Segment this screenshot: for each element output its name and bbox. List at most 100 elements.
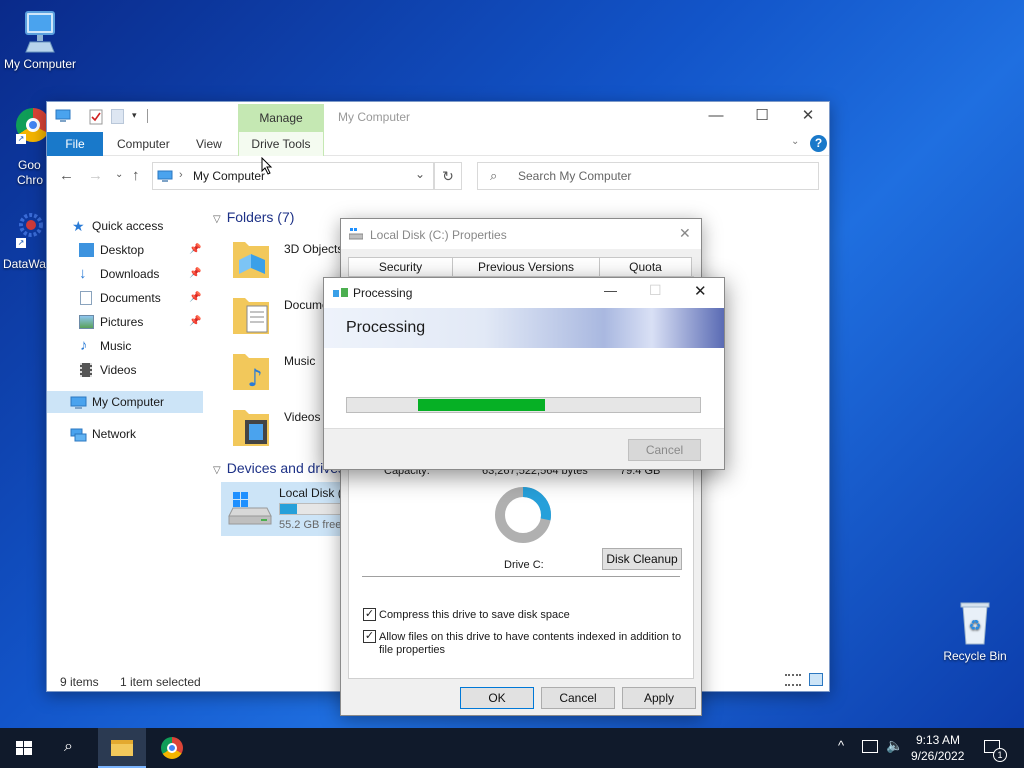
clock-time[interactable]: 9:13 AM <box>916 733 960 747</box>
close-button[interactable]: ✕ <box>679 225 691 242</box>
properties-title-bar[interactable]: Local Disk (C:) Properties ✕ <box>341 219 701 249</box>
pin-icon[interactable]: 📌 <box>189 263 201 285</box>
sidebar-item-documents[interactable]: Documents 📌 <box>47 287 203 309</box>
search-placeholder: Search My Computer <box>518 169 632 183</box>
sidebar-item-music[interactable]: ♪ Music <box>47 335 203 357</box>
forward-arrow-icon[interactable]: → <box>88 167 103 184</box>
address-dropdown-icon[interactable]: ⌄ <box>415 167 425 181</box>
network-tray-icon[interactable] <box>862 740 878 753</box>
explorer-title-bar[interactable]: ▾ Manage My Computer — ☐ ✕ <box>47 102 829 132</box>
maximize-button: ☐ <box>649 282 662 298</box>
taskbar-file-explorer[interactable] <box>98 728 146 768</box>
sidebar-item-label: Downloads <box>100 267 160 281</box>
folder-label: Videos <box>284 410 321 424</box>
sidebar-item-downloads[interactable]: ↓ Downloads 📌 <box>47 263 203 285</box>
large-icons-view-icon[interactable] <box>809 673 823 686</box>
search-input[interactable]: ⌕ Search My Computer <box>477 162 819 190</box>
breadcrumb-my-computer[interactable]: My Computer <box>193 169 265 183</box>
properties-tabs: Security Previous Versions Quota <box>348 257 692 277</box>
sidebar-item-quick-access[interactable]: ★ Quick access <box>47 215 203 237</box>
processing-banner: Processing <box>324 308 724 348</box>
sidebar-item-network[interactable]: Network <box>47 423 203 445</box>
volume-icon[interactable]: 🔈 <box>886 737 903 754</box>
shortcut-arrow-icon: ↗ <box>16 238 26 248</box>
index-label-line-2: file properties <box>379 644 446 656</box>
datawa-icon <box>14 208 48 242</box>
cancel-button[interactable]: Cancel <box>541 687 615 709</box>
pin-icon[interactable]: 📌 <box>189 311 201 333</box>
disk-cleanup-button[interactable]: Disk Cleanup <box>602 548 682 570</box>
ribbon-expand-icon[interactable]: ⌄ <box>791 136 799 147</box>
address-bar-row: ← → ⌄ ↑ › My Computer ⌄ ↻ ⌕ Search My Co… <box>47 156 829 194</box>
qat-dropdown-icon[interactable]: ▾ <box>132 110 137 121</box>
close-button[interactable]: ✕ <box>785 102 831 132</box>
tab-security[interactable]: Security <box>348 257 453 277</box>
up-arrow-icon[interactable]: ↑ <box>132 167 140 184</box>
pin-icon[interactable]: 📌 <box>189 287 201 309</box>
folder-3d-objects-icon <box>231 236 271 280</box>
drive-free-space: 55.2 GB free <box>279 519 342 531</box>
chevron-down-icon: ▽ <box>213 465 221 476</box>
chevron-down-icon: ▽ <box>213 214 221 225</box>
start-button[interactable] <box>0 728 48 768</box>
manage-contextual-tab[interactable]: Manage <box>238 104 324 132</box>
tab-drive-tools[interactable]: Drive Tools <box>238 132 324 156</box>
divider <box>362 576 680 577</box>
hard-drive-windows-icon <box>227 488 273 528</box>
properties-check-icon[interactable] <box>89 109 103 125</box>
new-folder-icon[interactable] <box>111 109 124 124</box>
search-button[interactable]: ⌕ <box>48 728 96 768</box>
music-note-icon: ♪ <box>80 337 88 354</box>
tab-computer[interactable]: Computer <box>103 132 184 156</box>
sidebar-item-desktop[interactable]: Desktop 📌 <box>47 239 203 261</box>
minimize-button[interactable]: — <box>693 102 739 132</box>
qat-separator <box>147 109 148 123</box>
maximize-button[interactable]: ☐ <box>739 102 785 132</box>
show-hidden-icons-chevron-icon[interactable]: ^ <box>838 738 844 753</box>
refresh-button[interactable]: ↻ <box>434 162 462 190</box>
sidebar-item-label: Videos <box>100 363 137 377</box>
desktop-icon-recycle-bin[interactable]: ♻ Recycle Bin <box>935 600 1015 663</box>
film-strip-icon <box>80 363 92 377</box>
chrome-icon <box>161 737 183 759</box>
navigation-pane: ★ Quick access Desktop 📌 ↓ Downloads 📌 D… <box>47 194 209 664</box>
recent-locations-icon[interactable]: ⌄ <box>115 169 123 180</box>
notification-badge: 1 <box>993 748 1007 762</box>
compress-checkbox[interactable]: ✓ <box>363 608 376 621</box>
file-explorer-icon <box>111 740 133 756</box>
tab-previous-versions[interactable]: Previous Versions <box>452 257 600 277</box>
pin-icon[interactable]: 📌 <box>189 239 201 261</box>
clock-date[interactable]: 9/26/2022 <box>911 749 964 763</box>
computer-icon <box>20 8 60 54</box>
sidebar-item-videos[interactable]: Videos <box>47 359 203 381</box>
desktop-icon-label: Recycle Bin <box>943 649 1007 663</box>
sidebar-item-pictures[interactable]: Pictures 📌 <box>47 311 203 333</box>
breadcrumb-chevron-icon[interactable]: › <box>179 169 183 181</box>
star-icon: ★ <box>72 218 85 234</box>
details-view-icon[interactable] <box>785 674 801 686</box>
processing-title-bar[interactable]: Processing — ☐ ✕ <box>324 278 724 308</box>
apply-button[interactable]: Apply <box>622 687 696 709</box>
search-icon: ⌕ <box>64 738 73 755</box>
folders-group-header[interactable]: ▽ Folders (7) <box>213 209 294 225</box>
desktop-icon-label: My Computer <box>3 57 77 71</box>
properties-title: Local Disk (C:) Properties <box>370 228 507 242</box>
ok-button[interactable]: OK <box>460 687 534 709</box>
tab-quota[interactable]: Quota <box>599 257 692 277</box>
minimize-button[interactable]: — <box>604 283 617 298</box>
index-checkbox[interactable]: ✓ <box>363 630 376 643</box>
address-input[interactable]: › My Computer ⌄ <box>152 162 434 190</box>
window-title: My Computer <box>338 110 411 124</box>
processing-window-title: Processing <box>353 286 413 300</box>
drive-item-c[interactable]: Local Disk (C:) 55.2 GB free <box>221 482 343 536</box>
processing-footer: Cancel <box>324 428 724 470</box>
search-icon: ⌕ <box>490 168 498 183</box>
tab-file[interactable]: File <box>47 132 103 156</box>
desktop-icon-my-computer[interactable]: My Computer <box>0 8 80 71</box>
back-arrow-icon[interactable]: ← <box>59 167 74 184</box>
sidebar-item-my-computer[interactable]: My Computer <box>47 391 203 413</box>
close-button[interactable]: ✕ <box>694 282 707 300</box>
taskbar-chrome[interactable] <box>148 728 196 768</box>
help-icon[interactable]: ? <box>810 135 827 152</box>
tab-view[interactable]: View <box>182 132 236 156</box>
